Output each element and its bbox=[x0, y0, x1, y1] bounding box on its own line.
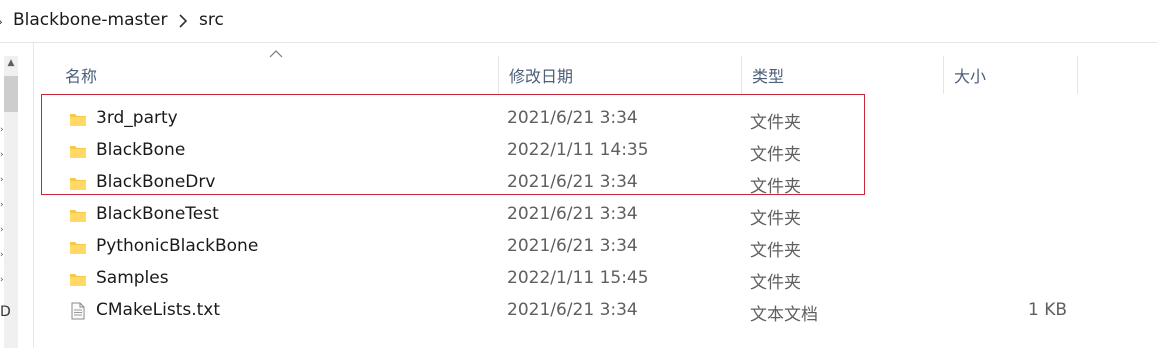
chevron-right-icon[interactable]: › bbox=[0, 176, 4, 185]
file-name: PythonicBlackBone bbox=[96, 236, 259, 256]
file-type: 文件夹 bbox=[750, 209, 801, 229]
chevron-right-icon[interactable]: › bbox=[0, 226, 4, 235]
column-header-size[interactable]: 大小 bbox=[943, 56, 1078, 94]
column-header-type[interactable]: 类型 bbox=[741, 56, 943, 94]
chevron-right-icon[interactable]: › bbox=[0, 251, 4, 260]
highlight-annotation-box bbox=[41, 94, 865, 195]
folder-icon bbox=[70, 242, 86, 254]
breadcrumb: › Blackbone-master src bbox=[0, 0, 1157, 42]
file-name: Samples bbox=[96, 268, 169, 288]
divider bbox=[0, 42, 1157, 43]
file-date: 2021/6/21 3:34 bbox=[507, 204, 638, 224]
column-header-label: 类型 bbox=[752, 67, 785, 86]
folder-icon bbox=[70, 210, 86, 222]
file-name: BlackBoneTest bbox=[96, 204, 219, 224]
file-date: 2022/1/11 15:45 bbox=[507, 268, 649, 288]
breadcrumb-item-blackbone-master[interactable]: Blackbone-master bbox=[13, 10, 168, 30]
file-row[interactable]: BlackBoneTest 2021/6/21 3:34 文件夹 bbox=[55, 199, 1075, 231]
file-type: 文本文档 bbox=[750, 305, 818, 325]
column-header-label: 名称 bbox=[65, 67, 98, 86]
column-header-label: 大小 bbox=[954, 67, 987, 86]
scroll-up-arrow-icon[interactable]: ▲ bbox=[4, 56, 18, 70]
chevron-right-icon[interactable]: › bbox=[0, 276, 4, 285]
file-date: 2021/6/21 3:34 bbox=[507, 300, 638, 320]
breadcrumb-item-src[interactable]: src bbox=[199, 10, 224, 30]
chevron-right-icon[interactable]: › bbox=[0, 126, 4, 135]
nav-scrollbar-thumb[interactable] bbox=[4, 76, 18, 112]
folder-icon bbox=[70, 274, 86, 286]
file-type: 文件夹 bbox=[750, 273, 801, 293]
column-header-label: 修改日期 bbox=[509, 67, 574, 86]
file-size: 1 KB bbox=[1027, 300, 1067, 320]
file-row[interactable]: PythonicBlackBone 2021/6/21 3:34 文件夹 bbox=[55, 231, 1075, 263]
file-date: 2021/6/21 3:34 bbox=[507, 236, 638, 256]
chevron-right-icon[interactable]: › bbox=[0, 151, 4, 160]
file-name: CMakeLists.txt bbox=[96, 300, 221, 320]
nav-partial-label: D bbox=[0, 304, 11, 320]
text-file-icon bbox=[71, 302, 85, 320]
file-row[interactable]: Samples 2022/1/11 15:45 文件夹 bbox=[55, 263, 1075, 295]
chevron-right-icon: › bbox=[0, 15, 5, 29]
file-type: 文件夹 bbox=[750, 241, 801, 261]
chevron-right-icon[interactable]: › bbox=[0, 201, 4, 210]
column-header-name[interactable]: 名称 bbox=[55, 56, 498, 94]
file-row[interactable]: CMakeLists.txt 2021/6/21 3:34 文本文档 1 KB bbox=[55, 295, 1075, 327]
column-header-date[interactable]: 修改日期 bbox=[498, 56, 741, 94]
chevron-right-icon[interactable] bbox=[178, 12, 188, 30]
file-explorer: › Blackbone-master src ▲ › › › › › › › D… bbox=[0, 0, 1157, 348]
